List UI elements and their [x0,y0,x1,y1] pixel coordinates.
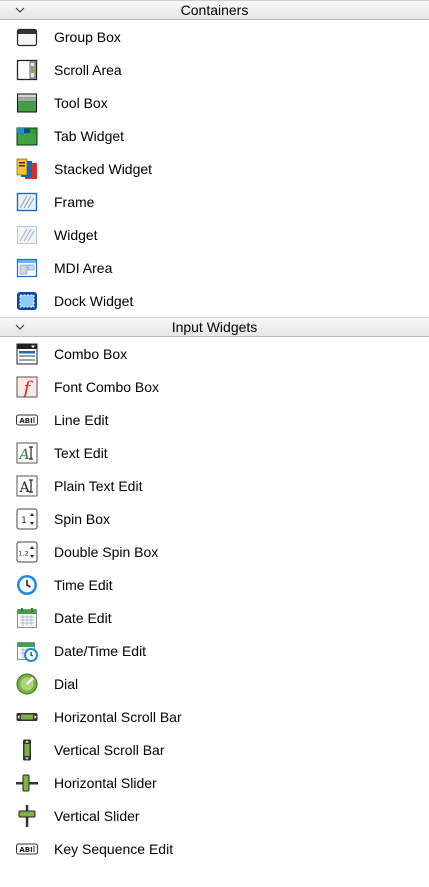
tab-widget-icon [15,124,39,148]
widget-icon [15,223,39,247]
widget-item-dock-widget[interactable]: Dock Widget [0,284,429,317]
widget-item-label: Tab Widget [54,127,125,144]
mdi-area-icon [15,256,39,280]
widget-item-double-spin-box[interactable]: 1.2 Double Spin Box [0,535,429,568]
widget-item-horizontal-scroll-bar[interactable]: Horizontal Scroll Bar [0,700,429,733]
stacked-widget-icon [15,157,39,181]
chevron-down-icon [15,324,25,330]
widget-item-text-edit[interactable]: A Text Edit [0,436,429,469]
widget-item-widget[interactable]: Widget [0,218,429,251]
widget-item-vertical-scroll-bar[interactable]: Vertical Scroll Bar [0,733,429,766]
widget-box: Containers Group Box Scroll Area Tool Bo… [0,0,429,887]
svg-text:ABI: ABI [19,417,32,425]
svg-text:ABI: ABI [19,846,32,854]
widget-item-font-combo-box[interactable]: f Font Combo Box [0,370,429,403]
widget-item-stacked-widget[interactable]: Stacked Widget [0,152,429,185]
dial-icon [15,672,39,696]
line-edit-icon: ABI [15,408,39,432]
widget-item-label: MDI Area [54,259,113,276]
widget-item-label: Stacked Widget [54,160,153,177]
vertical-slider-icon [15,804,39,828]
widget-item-vertical-slider[interactable]: Vertical Slider [0,799,429,832]
widget-item-label: Double Spin Box [54,543,159,560]
widget-item-label: Horizontal Slider [54,774,157,791]
horizontal-slider-icon [15,771,39,795]
widget-item-tab-widget[interactable]: Tab Widget [0,119,429,152]
widget-item-tool-box[interactable]: Tool Box [0,86,429,119]
widget-item-label: Plain Text Edit [54,477,143,494]
widget-item-label: Time Edit [54,576,113,593]
spin-box-icon: 1 [15,507,39,531]
key-sequence-edit-icon: ABI [15,837,39,861]
widget-item-label: Scroll Area [54,61,122,78]
widget-item-spin-box[interactable]: 1 Spin Box [0,502,429,535]
widget-item-label: Dock Widget [54,292,134,309]
category-title: Input Widgets [171,319,258,335]
frame-icon [15,190,39,214]
widget-item-label: Spin Box [54,510,111,527]
widget-item-mdi-area[interactable]: MDI Area [0,251,429,284]
widget-item-label: Date Edit [54,609,112,626]
svg-text:A: A [18,480,30,496]
widget-item-label: Key Sequence Edit [54,840,174,857]
widget-item-frame[interactable]: Frame [0,185,429,218]
widget-item-dial[interactable]: Dial [0,667,429,700]
widget-item-label: Vertical Slider [54,807,140,824]
date-time-edit-icon [15,639,39,663]
date-edit-icon [15,606,39,630]
widget-item-plain-text-edit[interactable]: A Plain Text Edit [0,469,429,502]
category-header-containers[interactable]: Containers [0,0,429,20]
plain-text-edit-icon: A [15,474,39,498]
widget-item-date-time-edit[interactable]: Date/Time Edit [0,634,429,667]
widget-item-scroll-area[interactable]: Scroll Area [0,53,429,86]
svg-text:1: 1 [21,516,27,526]
svg-text:A: A [17,447,29,463]
widget-item-label: Tool Box [54,94,108,111]
dock-widget-icon [15,289,39,313]
double-spin-box-icon: 1.2 [15,540,39,564]
font-combo-box-icon: f [15,375,39,399]
widget-item-key-sequence-edit[interactable]: ABI Key Sequence Edit [0,832,429,865]
time-edit-icon [15,573,39,597]
widget-item-label: Text Edit [54,444,108,461]
text-edit-icon: A [15,441,39,465]
svg-text:1.2: 1.2 [18,549,28,557]
widget-item-label: Dial [54,675,79,692]
widget-item-label: Widget [54,226,98,243]
widget-item-label: Combo Box [54,345,128,362]
widget-item-combo-box[interactable]: Combo Box [0,337,429,370]
widget-item-line-edit[interactable]: ABI Line Edit [0,403,429,436]
widget-item-group-box[interactable]: Group Box [0,20,429,53]
widget-item-label: Vertical Scroll Bar [54,741,165,758]
combo-box-icon [15,342,39,366]
tool-box-icon [15,91,39,115]
widget-item-horizontal-slider[interactable]: Horizontal Slider [0,766,429,799]
group-box-icon [15,25,39,49]
widget-item-label: Group Box [54,28,121,45]
horizontal-scroll-bar-icon [15,705,39,729]
chevron-down-icon [15,7,25,13]
widget-item-date-edit[interactable]: Date Edit [0,601,429,634]
widget-item-label: Line Edit [54,411,109,428]
widget-item-label: Font Combo Box [54,378,160,395]
widget-item-time-edit[interactable]: Time Edit [0,568,429,601]
vertical-scroll-bar-icon [15,738,39,762]
category-title: Containers [180,2,249,18]
scroll-area-icon [15,58,39,82]
category-header-input-widgets[interactable]: Input Widgets [0,317,429,337]
widget-item-label: Horizontal Scroll Bar [54,708,182,725]
widget-item-label: Frame [54,193,95,210]
widget-item-label: Date/Time Edit [54,642,147,659]
